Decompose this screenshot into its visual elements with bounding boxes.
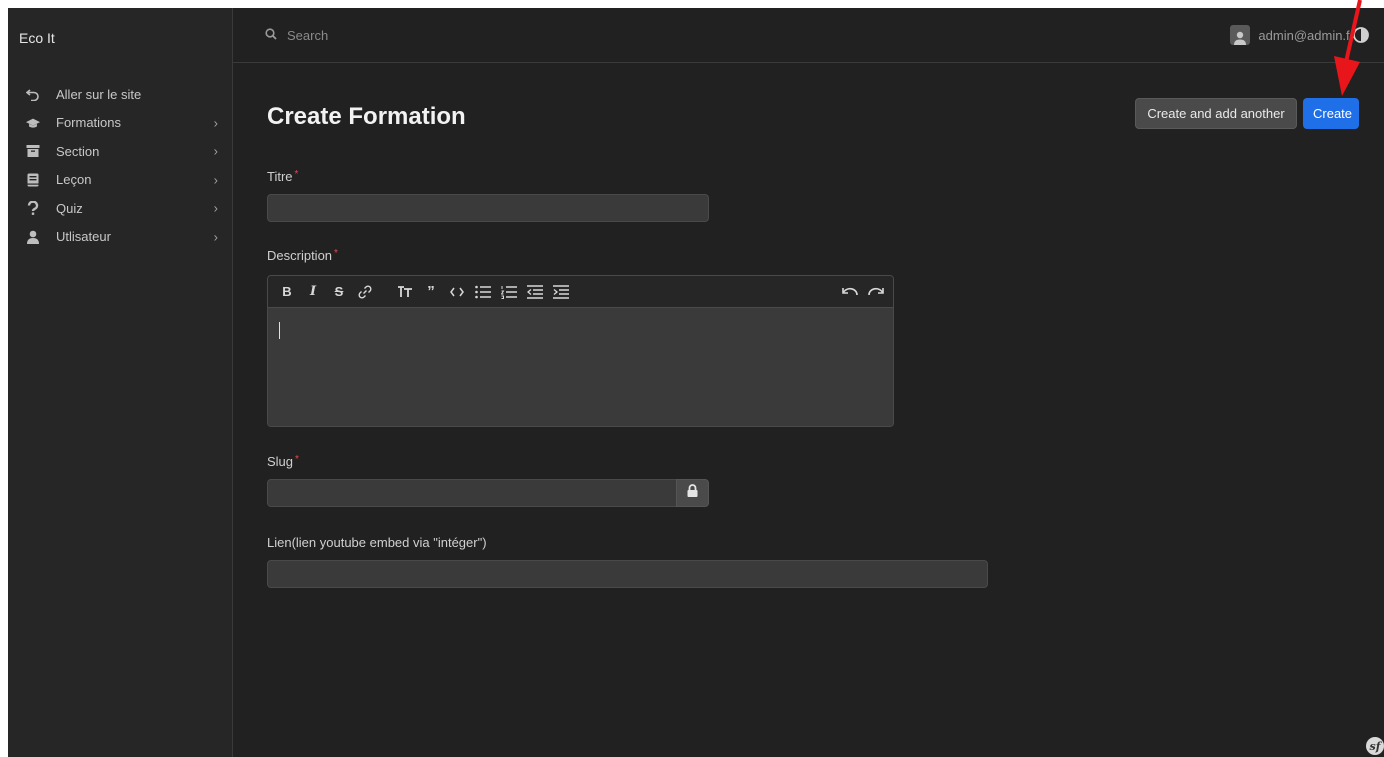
sidebar-item-label: Aller sur le site: [56, 86, 142, 102]
chevron-right-icon: ›: [213, 172, 218, 188]
italic-button[interactable]: I: [304, 283, 322, 301]
bullet-list-icon[interactable]: [474, 283, 492, 301]
create-button[interactable]: Create: [1303, 98, 1359, 129]
sidebar-item-label: Utlisateur: [56, 229, 111, 245]
lien-label: Lien(lien youtube embed via "intéger"): [267, 535, 487, 550]
chevron-right-icon: ›: [213, 143, 218, 159]
symfony-debug-icon[interactable]: sf: [1366, 737, 1384, 755]
archive-box-icon: [26, 144, 40, 158]
sidebar-item-utlisateur[interactable]: Utlisateur ›: [8, 223, 232, 252]
main-content: Create Formation Create and add another …: [233, 63, 1384, 757]
sidebar-item-formations[interactable]: Formations ›: [8, 109, 232, 138]
text-caret: [279, 322, 280, 339]
sidebar-menu: Aller sur le site Formations › Section ›: [8, 80, 232, 251]
number-list-icon[interactable]: [500, 283, 518, 301]
user-menu[interactable]: admin@admin.fr: [1230, 25, 1354, 45]
slug-label: Slug *: [267, 454, 299, 469]
description-textarea[interactable]: [268, 308, 893, 426]
chevron-right-icon: ›: [213, 115, 218, 131]
search-icon: [265, 27, 277, 43]
sidebar: Eco It Aller sur le site Formations › Se…: [8, 8, 233, 757]
indent-icon[interactable]: [552, 283, 570, 301]
topbar: admin@admin.fr: [233, 8, 1384, 63]
slug-input[interactable]: [267, 479, 677, 507]
undo-arrow-icon: [26, 87, 40, 102]
redo-icon[interactable]: [867, 283, 885, 301]
sidebar-item-label: Section: [56, 143, 100, 159]
slug-label-text: Slug: [267, 454, 294, 469]
sidebar-item-label: Leçon: [56, 172, 92, 188]
sidebar-item-label: Quiz: [56, 200, 83, 216]
titre-input[interactable]: [267, 194, 709, 222]
chevron-right-icon: ›: [213, 229, 218, 245]
lock-icon: [687, 484, 698, 502]
graduation-cap-icon: [26, 116, 40, 130]
theme-toggle-icon[interactable]: [1352, 26, 1370, 44]
editor-toolbar: B I S ”: [268, 276, 893, 308]
search-input[interactable]: [285, 26, 489, 44]
heading-icon[interactable]: [396, 283, 414, 301]
undo-icon[interactable]: [841, 283, 859, 301]
outdent-icon[interactable]: [526, 283, 544, 301]
strikethrough-button[interactable]: S: [330, 283, 348, 301]
link-icon[interactable]: [356, 283, 374, 301]
create-and-add-another-button[interactable]: Create and add another: [1135, 98, 1297, 129]
avatar: [1230, 25, 1251, 45]
required-mark: *: [295, 454, 299, 465]
bold-button[interactable]: B: [278, 283, 296, 301]
slug-lock-button[interactable]: [676, 479, 709, 507]
sidebar-item-section[interactable]: Section ›: [8, 137, 232, 166]
required-mark: *: [334, 248, 338, 259]
user-email: admin@admin.fr: [1258, 27, 1354, 43]
sidebar-item-lecon[interactable]: Leçon ›: [8, 166, 232, 195]
sidebar-item-label: Formations: [56, 115, 122, 131]
required-mark: *: [294, 169, 299, 180]
sidebar-item-quiz[interactable]: Quiz ›: [8, 194, 232, 223]
search-box[interactable]: [265, 23, 489, 47]
description-label-text: Description: [267, 248, 333, 263]
titre-label: Titre *: [267, 169, 298, 184]
sidebar-item-aller-sur-le-site[interactable]: Aller sur le site: [8, 80, 232, 109]
quote-icon[interactable]: ”: [422, 283, 440, 301]
lien-input[interactable]: [267, 560, 988, 588]
question-icon: [26, 201, 40, 216]
page-title: Create Formation: [267, 103, 466, 130]
user-icon: [26, 230, 40, 244]
app-window: Eco It Aller sur le site Formations › Se…: [8, 8, 1384, 757]
description-label: Description *: [267, 248, 338, 263]
titre-label-text: Titre: [267, 169, 293, 184]
brand-name[interactable]: Eco It: [19, 30, 55, 46]
chevron-right-icon: ›: [213, 200, 218, 216]
code-icon[interactable]: [448, 283, 466, 301]
description-editor: B I S ”: [267, 275, 894, 427]
book-icon: [26, 173, 40, 187]
